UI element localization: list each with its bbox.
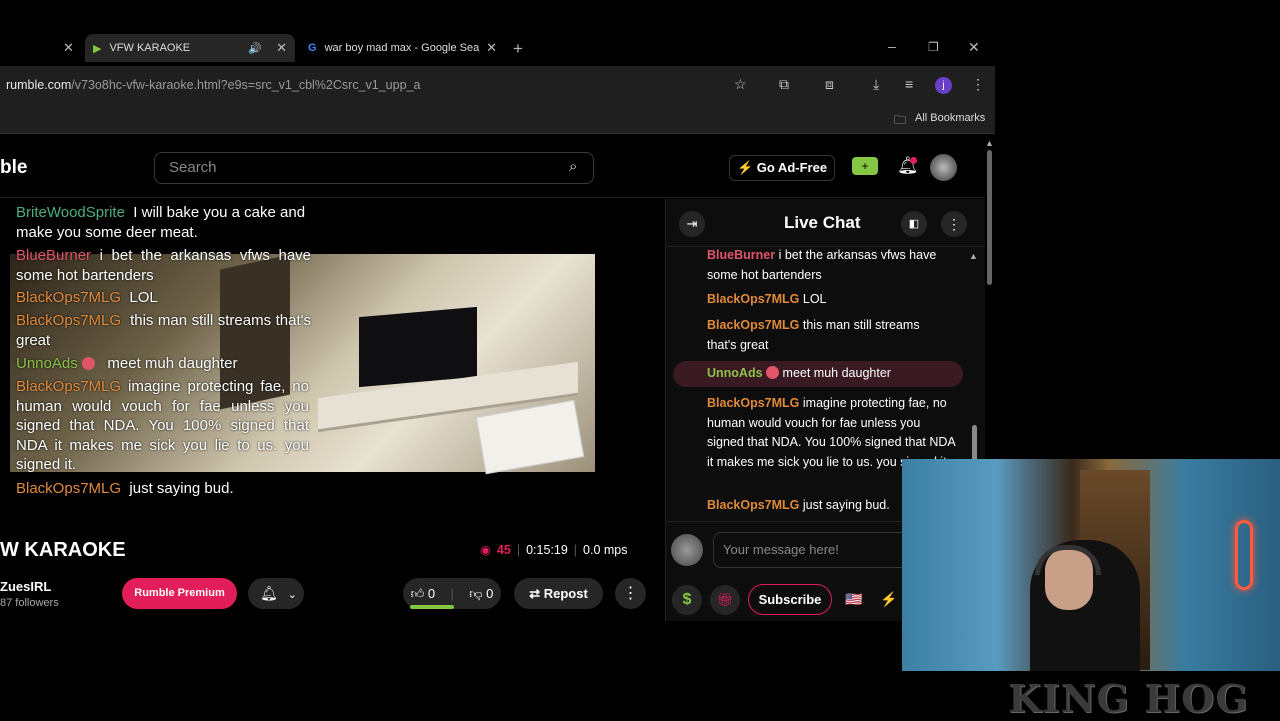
overlay-chat-message: BlueBurner i bet the arkansas vfws have … [16, 247, 312, 284]
video-scene-tv [359, 306, 477, 388]
chat-message: BlackOps7MLG LOL [707, 292, 827, 306]
webcam-neon-sign [1235, 520, 1253, 590]
like-ratio-bar [410, 605, 454, 609]
rumble-logo[interactable]: ble [0, 157, 27, 179]
video-title: W KARAOKE [0, 539, 126, 561]
download-icon[interactable]: ⤓ [873, 76, 879, 93]
rumble-favicon-icon: ▶ [93, 42, 102, 55]
tab-title: war boy mad max - Google Sea [324, 42, 480, 54]
subscribe-button[interactable]: Subscribe [748, 584, 832, 615]
thumbs-up-icon: 👍︎ [410, 585, 425, 601]
url-path: /v73o8hc-vfw-karaoke.html?e9s=src_v1_cbl… [71, 78, 421, 92]
bolt-icon: ⚡ [736, 160, 754, 175]
gift-button[interactable]: 🎁︎ [710, 585, 740, 615]
user-avatar[interactable] [930, 154, 957, 181]
chat-scroll-up-icon[interactable]: ▲ [969, 251, 978, 261]
scroll-up-arrow-icon[interactable]: ▲ [985, 138, 994, 148]
badge-icon [81, 357, 95, 370]
go-live-camera-icon[interactable]: + [852, 157, 878, 175]
overlay-chat-message: BlackOps7MLG imagine protecting fae, no … [16, 378, 309, 473]
chat-mode-toggle-icon[interactable]: ◧ [901, 211, 927, 237]
search-icon[interactable]: ⌕ [569, 158, 577, 175]
duration: 0:15:19 [526, 542, 568, 557]
window-close-icon[interactable]: ✕ [968, 39, 980, 56]
eye-icon: ◉ [480, 543, 491, 557]
tip-dollar-button[interactable]: $ [672, 585, 702, 615]
collapse-chat-icon[interactable]: ⇥ [679, 211, 705, 237]
chat-message: BlueBurner i bet the arkansas vfws have … [707, 248, 937, 282]
speaker-icon[interactable]: 🔊 [248, 42, 262, 55]
google-favicon-icon: G [308, 42, 317, 54]
rumble-premium-button[interactable]: Rumble Premium [122, 578, 237, 609]
bolt-emoji-icon[interactable]: ⚡ [880, 591, 897, 608]
repost-icon: ⇄ [529, 586, 541, 601]
overlay-chat-message: BlackOps7MLG this man still streams that… [16, 312, 311, 349]
chat-title: Live Chat [784, 213, 861, 232]
extensions-icon[interactable]: ⧉ [779, 76, 789, 93]
badge-icon [766, 366, 780, 379]
media-icon[interactable]: ≡ [905, 76, 913, 92]
tab-title: VFW KARAOKE [109, 42, 191, 54]
go-ad-free-label: Go Ad-Free [756, 160, 828, 175]
profile-avatar[interactable]: j [935, 77, 952, 94]
tab-google-search[interactable]: G war boy mad max - Google Sea ✕ [300, 34, 505, 62]
url-domain: rumble.com [6, 78, 72, 92]
more-options-button[interactable]: ⋮ [615, 578, 646, 609]
king-hog-watermark: KING HOG [1008, 676, 1249, 721]
scrollbar-thumb[interactable] [987, 150, 992, 285]
channel-name[interactable]: ZuesIRL [0, 579, 51, 594]
flag-emoji-icon[interactable]: 🇺🇸 [845, 591, 862, 608]
search-placeholder: Search [169, 159, 217, 176]
video-stats: ◉ 45 | 0:15:19 | 0.0 mps [480, 542, 628, 558]
menu-kebab-icon[interactable]: ⋮ [971, 76, 985, 93]
follower-count: 87 followers [0, 597, 59, 609]
chat-message-input[interactable]: Your message here! [713, 532, 913, 568]
overlay-chat-message: UnnoAds meet muh daughter [16, 355, 238, 372]
minimize-icon[interactable]: – [888, 38, 896, 54]
chat-message: UnnoAds meet muh daughter [707, 366, 891, 380]
star-icon[interactable]: ☆ [734, 76, 747, 93]
chat-menu-icon[interactable]: ⋮ [941, 211, 967, 237]
url-field[interactable]: rumble.com/v73o8hc-vfw-karaoke.html?e9s=… [6, 78, 420, 92]
overlay-chat-message: BlackOps7MLG LOL [16, 289, 158, 306]
close-tab-icon[interactable]: ✕ [486, 40, 497, 56]
bitrate: 0.0 mps [583, 542, 628, 557]
folder-icon: 🗀 [894, 113, 907, 127]
bell-icon: 🔔︎ [260, 585, 278, 601]
close-tab-icon[interactable]: ✕ [63, 40, 74, 56]
chat-message: BlackOps7MLG this man still streams that… [707, 318, 920, 352]
like-button[interactable]: 👍︎ 0 [411, 586, 435, 602]
overlay-chat-message: BlackOps7MLG just saying bud. [16, 480, 234, 497]
notify-dropdown-button[interactable]: 🔔︎ ⌄ [248, 578, 304, 609]
tab-vfw-karaoke[interactable]: ▶ VFW KARAOKE 🔊 ✕ [85, 34, 295, 62]
bookmarks-bar [0, 104, 995, 134]
cast-icon[interactable]: ⧈ [825, 76, 834, 93]
chevron-down-icon: ⌄ [287, 589, 297, 601]
viewer-count: 45 [496, 542, 511, 557]
thumbs-down-icon: 👎︎ [469, 585, 483, 601]
overlay-chat-message: BriteWoodSprite I will bake you a cake a… [16, 204, 306, 241]
dislike-button[interactable]: 👎︎ 0 [469, 586, 493, 602]
search-input[interactable]: Search [154, 152, 594, 184]
all-bookmarks-link[interactable]: All Bookmarks [915, 112, 985, 124]
notification-dot [910, 157, 917, 164]
close-tab-icon[interactable]: ✕ [276, 40, 287, 56]
restore-icon[interactable]: ❐ [928, 40, 939, 54]
go-ad-free-button[interactable]: ⚡ Go Ad-Free [729, 155, 835, 181]
chat-user-avatar [671, 534, 703, 566]
repost-button[interactable]: ⇄ Repost [514, 578, 603, 609]
new-tab-icon[interactable]: + [513, 39, 523, 59]
